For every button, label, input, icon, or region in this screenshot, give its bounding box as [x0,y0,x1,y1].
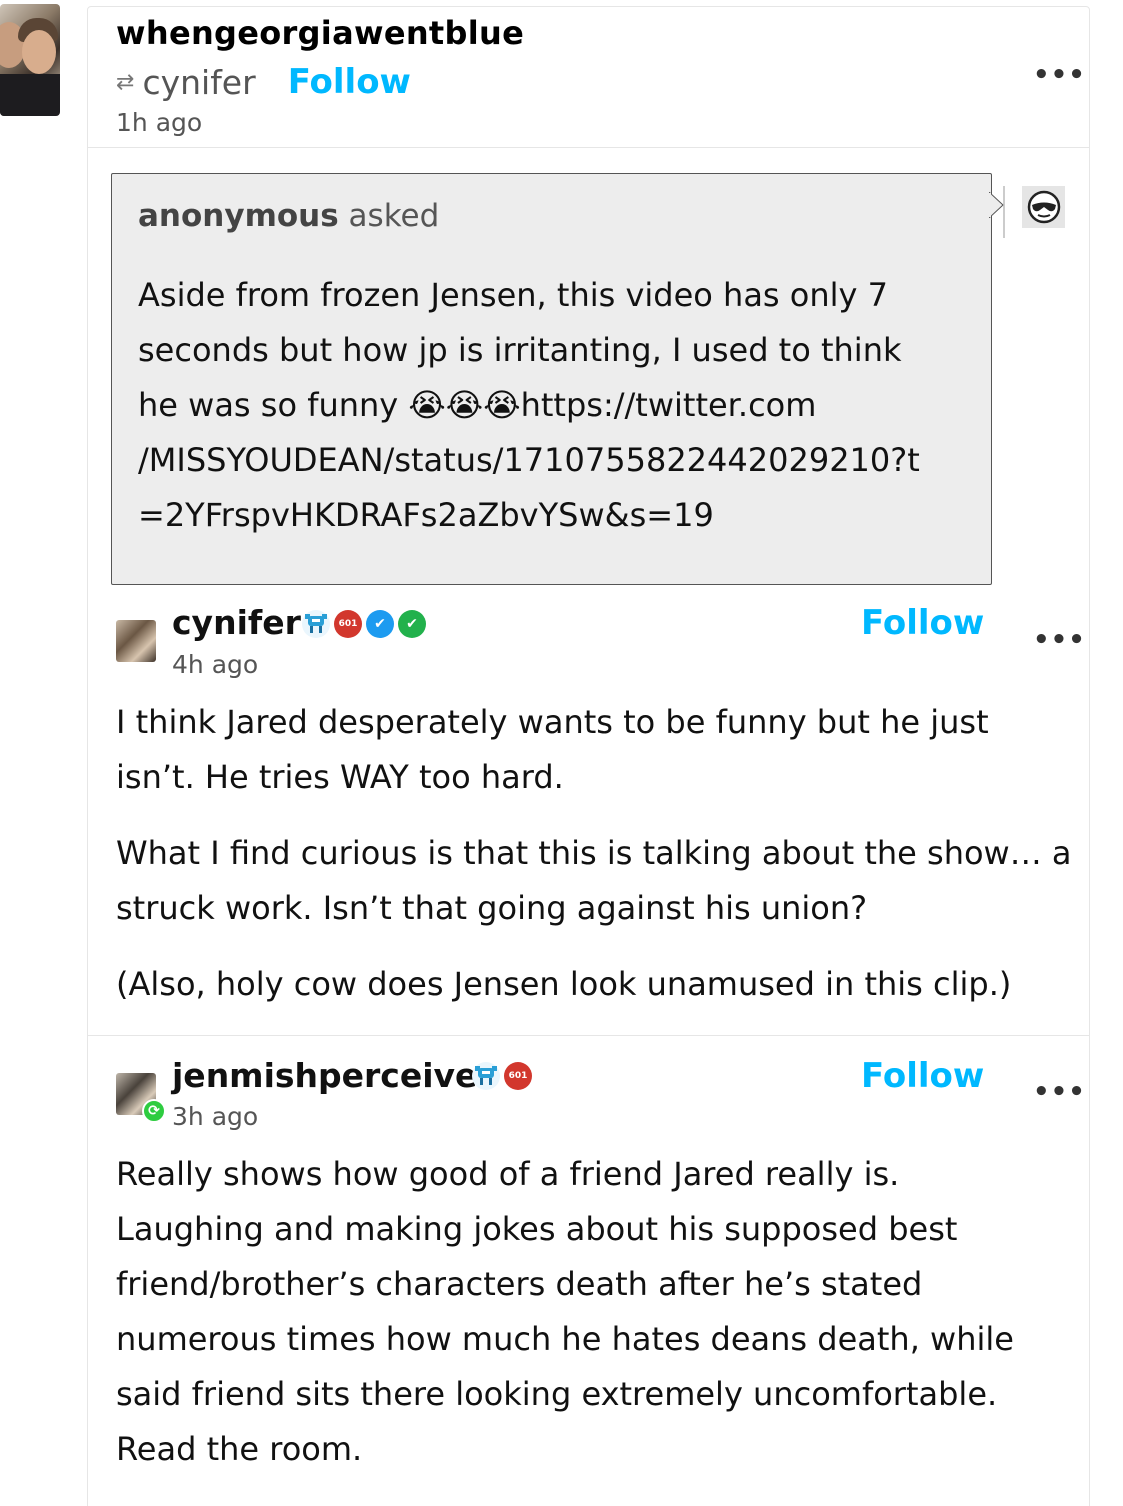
ask-line[interactable]: /MISSYOUDEAN/status/1710755822442029210?… [138,433,978,488]
reblog-username[interactable]: jenmishperceiver [172,1056,494,1095]
crab-badge-icon[interactable] [302,610,330,638]
more-options-icon[interactable]: ••• [1033,1077,1086,1107]
ask-line: seconds but how jp is irritanting, I use… [138,331,902,369]
divider [1003,186,1005,238]
ask-line: Aside from frozen Jensen, this video has… [138,276,888,314]
post-header: whengeorgiawentblue [116,14,524,52]
more-options-icon[interactable]: ••• [1033,625,1086,655]
crab-badge-icon[interactable] [472,1062,500,1090]
reblog-paragraph: (Also, holy cow does Jensen look unamuse… [116,965,1012,1003]
badge-row: 601 [472,1062,532,1090]
red-hex-badge-icon[interactable]: 601 [334,610,362,638]
reblog-icon: ⇄ [116,69,135,95]
reblog-row: ⇄ cynifer Follow [116,62,411,102]
reblog-timestamp[interactable]: 4h ago [172,650,258,679]
follow-button[interactable]: Follow [861,1056,984,1096]
follow-button[interactable]: Follow [861,603,984,643]
blog-avatar[interactable] [0,4,60,116]
reblog-timestamp[interactable]: 3h ago [172,1102,258,1131]
verified-blue-icon[interactable]: ✔ [366,610,394,638]
avatar[interactable] [116,620,156,662]
asker-line: anonymous asked [138,198,439,234]
sunglasses-icon[interactable] [1022,186,1065,228]
post-timestamp[interactable]: 1h ago [116,108,202,137]
asked-label: asked [348,198,440,234]
asker-name[interactable]: anonymous [138,198,339,234]
verified-green-icon[interactable]: ✔ [398,610,426,638]
follow-button[interactable]: Follow [288,62,411,102]
reblog-paragraph: Really shows how good of a friend Jared … [116,1155,1014,1468]
reblog-green-icon: ⟳ [142,1099,166,1123]
reblog-paragraph: I think Jared desperately wants to be fu… [116,703,989,796]
blog-name[interactable]: whengeorgiawentblue [116,14,524,52]
divider [88,147,1089,148]
red-hex-badge-icon[interactable]: 601 [504,1062,532,1090]
reblog-source[interactable]: cynifer [142,63,255,102]
more-options-icon[interactable]: ••• [1033,60,1086,90]
ask-line[interactable]: he was so funny 😭😭😭https://twitter.com [138,378,978,433]
reblog-paragraph: What I find curious is that this is talk… [116,834,1072,927]
ask-line[interactable]: =2YFrspvHKDRAFs2aZbvYSw&s=19 [138,488,978,543]
divider [88,1035,1089,1036]
reblog-username[interactable]: cynifer [172,603,301,642]
ask-text: Aside from frozen Jensen, this video has… [138,268,978,543]
badge-row: 601 ✔ ✔ [302,610,426,638]
